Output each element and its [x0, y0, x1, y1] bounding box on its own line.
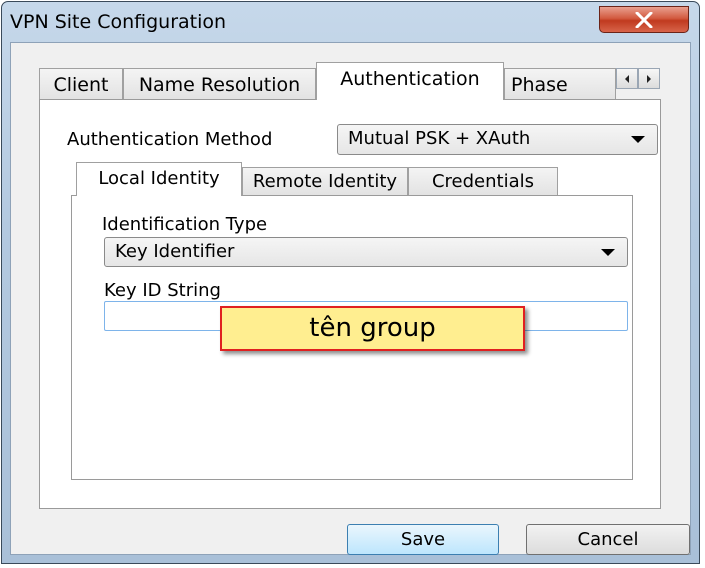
save-button-label: Save	[400, 529, 446, 550]
save-button[interactable]: Save	[347, 524, 499, 555]
identification-type-select[interactable]: Key Identifier	[104, 237, 628, 267]
cancel-button-label: Cancel	[577, 529, 639, 550]
tab-scroll-left-button[interactable]	[616, 68, 638, 89]
subtab-label: Credentials	[431, 171, 535, 192]
tab-scroll-right-button[interactable]	[638, 68, 660, 89]
identification-type-label: Identification Type	[102, 214, 268, 235]
subtab-label: Remote Identity	[252, 171, 398, 192]
annotation-text: tên group	[309, 313, 436, 343]
authentication-tab-page: Authentication Method Mutual PSK + XAuth…	[39, 99, 661, 509]
subtab-label: Local Identity	[98, 168, 220, 189]
tab-client[interactable]: Client	[39, 68, 123, 100]
close-button[interactable]	[599, 6, 689, 33]
chevron-down-icon	[601, 249, 615, 256]
triangle-left-icon	[625, 74, 629, 83]
authentication-method-select[interactable]: Mutual PSK + XAuth	[337, 124, 658, 155]
close-icon	[635, 12, 653, 28]
tab-label: Name Resolution	[138, 74, 301, 96]
dialog-body: Client Name Resolution Authentication Ph…	[10, 42, 691, 555]
tab-label: Client	[53, 74, 109, 96]
cancel-button[interactable]: Cancel	[526, 524, 690, 555]
tab-authentication[interactable]: Authentication	[316, 62, 504, 100]
chevron-down-icon	[631, 136, 645, 143]
tab-name-resolution[interactable]: Name Resolution	[123, 68, 316, 100]
tab-label: Authentication	[340, 68, 480, 90]
identification-type-value: Key Identifier	[115, 241, 235, 262]
tab-label: Phase	[511, 74, 568, 96]
authentication-method-label: Authentication Method	[67, 129, 273, 150]
subtab-local-identity[interactable]: Local Identity	[76, 162, 242, 196]
window-title: VPN Site Configuration	[10, 11, 227, 33]
tab-phase[interactable]: Phase	[504, 68, 616, 100]
subtab-credentials[interactable]: Credentials	[408, 167, 558, 196]
subtab-remote-identity[interactable]: Remote Identity	[242, 167, 408, 196]
key-id-string-label: Key ID String	[104, 280, 221, 301]
vpn-config-window: VPN Site Configuration Client Name Resol…	[1, 1, 700, 564]
title-bar[interactable]: VPN Site Configuration	[2, 2, 699, 42]
triangle-right-icon	[647, 74, 651, 83]
authentication-method-value: Mutual PSK + XAuth	[348, 128, 531, 149]
annotation-callout: tên group	[220, 306, 525, 351]
tab-scroll-arrows	[616, 68, 660, 89]
